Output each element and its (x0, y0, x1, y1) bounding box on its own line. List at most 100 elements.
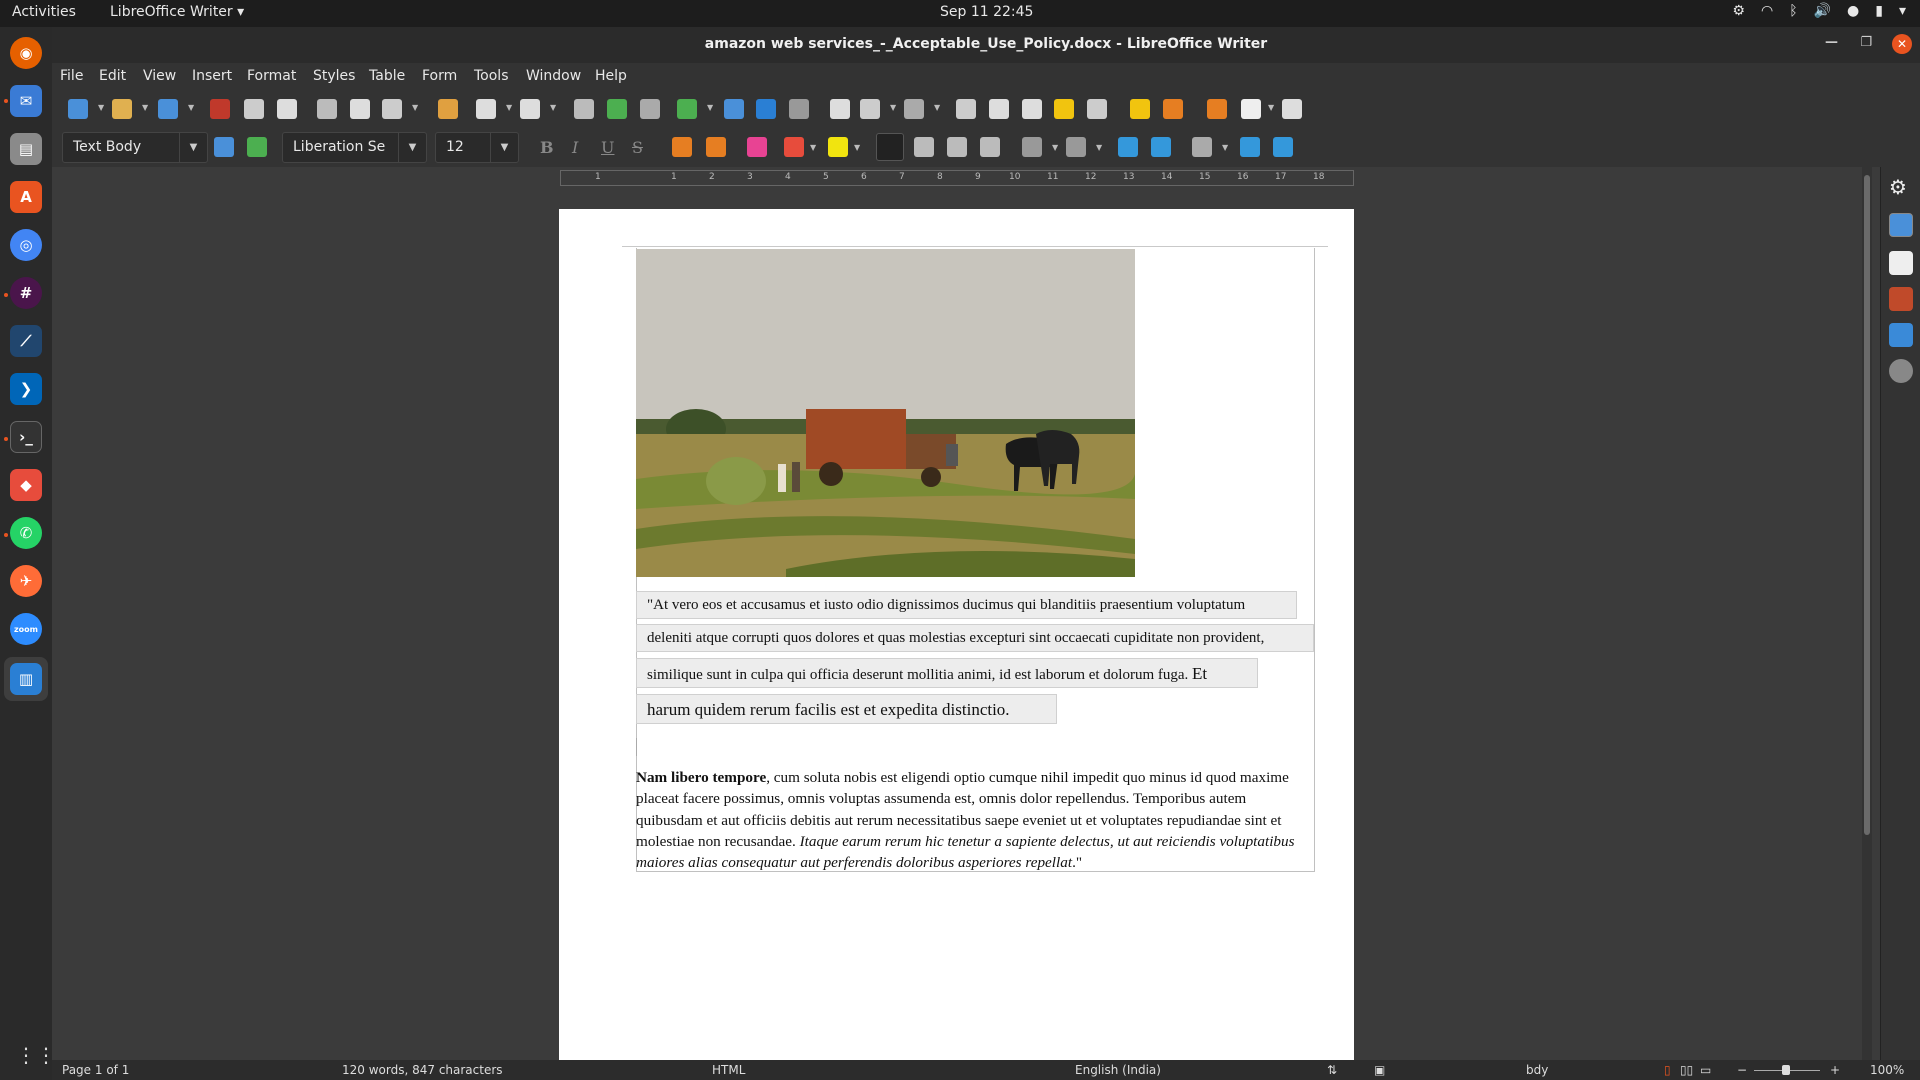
whatsapp-icon[interactable]: ✆ (10, 517, 42, 549)
software-icon[interactable]: A (10, 181, 42, 213)
highlight-color-icon[interactable] (828, 137, 848, 157)
new-style-icon[interactable] (247, 137, 267, 157)
page-count[interactable]: Page 1 of 1 (62, 1063, 129, 1077)
postman-icon[interactable]: ✈ (10, 565, 42, 597)
close-icon[interactable]: ✕ (1892, 34, 1912, 54)
insert-table-icon[interactable] (677, 99, 697, 119)
power-menu-icon[interactable]: ▾ (1899, 3, 1906, 19)
copy-icon[interactable] (350, 99, 370, 119)
increase-paragraph-spacing-icon[interactable] (1240, 137, 1260, 157)
hyperlink-icon[interactable] (956, 99, 976, 119)
chevron-down-icon[interactable]: ▼ (490, 133, 518, 162)
slack-icon[interactable]: # (10, 277, 42, 309)
increase-indent-icon[interactable] (1118, 137, 1138, 157)
book-view-icon[interactable]: ▭ (1700, 1063, 1711, 1077)
paragraph-style-combo[interactable]: Text Body ▼ (62, 132, 208, 163)
open-icon[interactable] (112, 99, 132, 119)
cross-reference-icon[interactable] (1087, 99, 1107, 119)
selection-mode-icon[interactable]: ⇅ (1327, 1063, 1337, 1077)
body-paragraph[interactable]: Nam libero tempore, cum soluta nobis est… (636, 767, 1311, 873)
bold-button[interactable]: B (540, 138, 554, 157)
clear-formatting-icon[interactable] (747, 137, 767, 157)
new-document-icon[interactable] (68, 99, 88, 119)
menu-format[interactable]: Format (247, 68, 296, 84)
single-page-view-icon[interactable]: ▯ (1664, 1063, 1671, 1077)
unordered-list-icon[interactable] (1022, 137, 1042, 157)
comment-icon[interactable] (1130, 99, 1150, 119)
track-changes-icon[interactable] (1163, 99, 1183, 119)
menu-view[interactable]: View (143, 68, 176, 84)
menu-window[interactable]: Window (526, 68, 581, 84)
maximize-icon[interactable]: ❐ (1860, 35, 1872, 50)
quote-line-1[interactable]: "At vero eos et accusamus et iusto odio … (636, 591, 1297, 619)
menu-form[interactable]: Form (422, 68, 457, 84)
system-tray[interactable]: ⚙ ◠ ᛒ 🔊 ● ▮ ▾ (1732, 3, 1906, 19)
insert-page-break-icon[interactable] (830, 99, 850, 119)
bookmark-icon[interactable] (1054, 99, 1074, 119)
volume-icon[interactable]: 🔊 (1814, 3, 1831, 19)
align-right-icon[interactable] (947, 137, 967, 157)
insert-field-icon[interactable] (860, 99, 880, 119)
update-style-icon[interactable] (214, 137, 234, 157)
minimize-icon[interactable]: — (1825, 35, 1838, 50)
print-preview-icon[interactable] (277, 99, 297, 119)
sidebar-styles-icon[interactable] (1889, 287, 1913, 311)
writer-icon[interactable]: ▥ (10, 663, 42, 695)
menu-edit[interactable]: Edit (99, 68, 126, 84)
page-style[interactable]: bdy (1526, 1063, 1548, 1077)
font-name-combo[interactable]: Liberation Se ▼ (282, 132, 427, 163)
special-character-icon[interactable] (904, 99, 924, 119)
align-center-icon[interactable] (914, 137, 934, 157)
basic-shapes-icon[interactable] (1241, 99, 1261, 119)
find-replace-icon[interactable] (574, 99, 594, 119)
document-modified-icon[interactable]: ▣ (1374, 1063, 1385, 1077)
insert-chart-icon[interactable] (756, 99, 776, 119)
paste-icon[interactable] (382, 99, 402, 119)
app-menu[interactable]: LibreOffice Writer ▾ (110, 4, 244, 20)
redo-icon[interactable] (520, 99, 540, 119)
undo-icon[interactable] (476, 99, 496, 119)
clock[interactable]: Sep 11 22:45 (940, 4, 1033, 20)
font-color-icon[interactable] (784, 137, 804, 157)
zoom-level[interactable]: 100% (1870, 1063, 1904, 1077)
document-image[interactable] (636, 249, 1135, 577)
underline-button[interactable]: U (601, 138, 614, 157)
quote-line-4[interactable]: harum quidem rerum facilis est et expedi… (636, 694, 1057, 724)
language[interactable]: English (India) (1075, 1063, 1161, 1077)
firefox-icon[interactable]: ◉ (10, 37, 42, 69)
insert-text-box-icon[interactable] (789, 99, 809, 119)
mysql-workbench-icon[interactable]: ⟋ (10, 325, 42, 357)
decrease-paragraph-spacing-icon[interactable] (1273, 137, 1293, 157)
chevron-down-icon[interactable]: ▼ (398, 133, 426, 162)
export-pdf-icon[interactable] (210, 99, 230, 119)
endnote-icon[interactable] (1022, 99, 1042, 119)
files-icon[interactable]: ▤ (10, 133, 42, 165)
sidebar-page-icon[interactable] (1889, 251, 1913, 275)
anydesk-icon[interactable]: ◆ (10, 469, 42, 501)
activities-button[interactable]: Activities (12, 4, 76, 20)
save-icon[interactable] (158, 99, 178, 119)
mic-icon[interactable]: ● (1847, 3, 1859, 19)
subscript-icon[interactable] (706, 137, 726, 157)
sidebar-properties-icon[interactable] (1889, 213, 1913, 237)
terminal-icon[interactable]: ›_ (10, 421, 42, 453)
insert-image-icon[interactable] (724, 99, 744, 119)
align-left-icon[interactable] (876, 133, 904, 161)
bluetooth-icon[interactable]: ᛒ (1789, 3, 1797, 19)
multi-page-view-icon[interactable]: ▯▯ (1680, 1063, 1693, 1077)
italic-button[interactable]: I (572, 138, 578, 157)
battery-icon[interactable]: ▮ (1875, 3, 1883, 19)
clone-formatting-icon[interactable] (438, 99, 458, 119)
sidebar-gallery-icon[interactable] (1889, 323, 1913, 347)
sidebar-navigator-icon[interactable] (1889, 359, 1913, 383)
zoom-icon[interactable]: zoom (10, 613, 42, 645)
menu-styles[interactable]: Styles (313, 68, 355, 84)
zoom-slider-handle[interactable] (1782, 1065, 1790, 1075)
justify-icon[interactable] (980, 137, 1000, 157)
spelling-icon[interactable] (607, 99, 627, 119)
quote-line-2[interactable]: deleniti atque corrupti quos dolores et … (636, 624, 1314, 652)
formatting-marks-icon[interactable] (640, 99, 660, 119)
strikethrough-button[interactable]: S (632, 138, 643, 157)
zoom-in-icon[interactable]: + (1830, 1063, 1840, 1077)
footnote-icon[interactable] (989, 99, 1009, 119)
